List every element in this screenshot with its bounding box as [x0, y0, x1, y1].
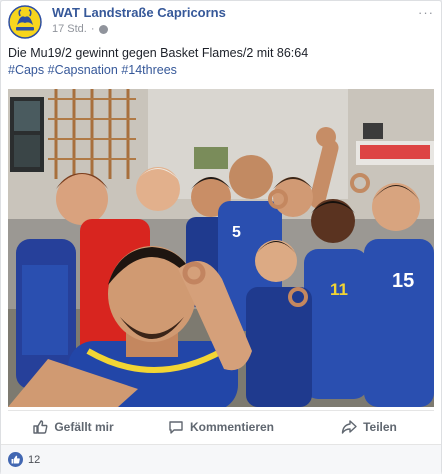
post-header: WAT Landstraße Capricorns 17 Std. · ··· [8, 5, 434, 39]
page-avatar[interactable] [8, 5, 42, 39]
page-name-link[interactable]: WAT Landstraße Capricorns [52, 5, 226, 20]
comment-button[interactable]: Kommentieren [156, 412, 286, 442]
team-selfie-photo: 5 11 15 [8, 89, 434, 407]
post-meta: 17 Std. · [52, 23, 108, 35]
hashtag-list: #Caps #Capsnation #14threes [8, 62, 434, 79]
like-button-label: Gefällt mir [54, 420, 114, 434]
svg-text:15: 15 [392, 270, 414, 292]
hashtag-link[interactable]: #Capsnation [48, 63, 118, 77]
share-arrow-icon [341, 420, 357, 434]
post-message: Die Mu19/2 gewinnt gegen Basket Flames/2… [8, 46, 309, 60]
action-bar: Gefällt mir Kommentieren Teilen [8, 410, 434, 443]
post-timestamp[interactable]: 17 Std. [52, 23, 87, 35]
thumbs-up-icon [11, 455, 20, 464]
post-card: WAT Landstraße Capricorns 17 Std. · ··· … [0, 0, 442, 474]
like-reaction-icon[interactable] [8, 452, 23, 467]
comment-button-label: Kommentieren [189, 420, 275, 434]
thumbs-up-icon [33, 420, 48, 434]
reactions-bar: 12 [1, 444, 441, 474]
more-options-icon[interactable]: ··· [418, 5, 434, 20]
like-count[interactable]: 12 [28, 454, 40, 466]
hashtag-link[interactable]: #Caps [8, 63, 44, 77]
comment-bubble-icon [169, 421, 183, 434]
post-photo[interactable]: 5 11 15 [8, 89, 434, 407]
post-text: Die Mu19/2 gewinnt gegen Basket Flames/2… [8, 45, 434, 79]
like-button[interactable]: Gefällt mir [8, 412, 138, 442]
svg-text:11: 11 [330, 280, 348, 299]
capricorns-logo-icon [8, 5, 42, 39]
globe-icon [98, 24, 108, 34]
share-button[interactable]: Teilen [304, 412, 434, 442]
share-button-label: Teilen [363, 420, 397, 434]
svg-text:5: 5 [232, 224, 241, 241]
hashtag-link[interactable]: #14threes [121, 63, 177, 77]
meta-separator: · [90, 23, 95, 35]
